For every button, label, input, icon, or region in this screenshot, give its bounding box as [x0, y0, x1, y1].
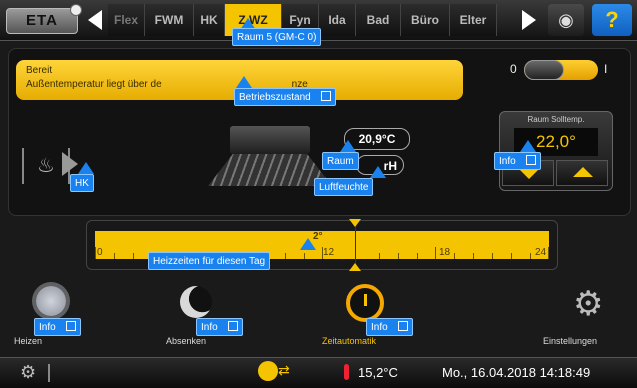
tab-hk[interactable]: HK [194, 4, 225, 36]
switch-knob[interactable] [524, 60, 564, 80]
document-icon [397, 321, 408, 331]
timeline-label-0: 0 [97, 247, 103, 258]
tooltip-info-setpoint[interactable]: Info [494, 152, 541, 170]
timeline-tick [435, 247, 436, 259]
logo-dot-icon [70, 4, 82, 16]
tooltip-tail [78, 162, 94, 174]
timeline-tick [454, 253, 455, 259]
document-icon [65, 321, 76, 331]
timeline-tick [95, 247, 96, 259]
tooltip-luftfeuchte[interactable]: Luftfeuchte [314, 178, 374, 196]
tooltip-info-text: Info [201, 322, 218, 333]
settings-label: Einstellungen [543, 336, 598, 346]
timeline-tick [511, 253, 512, 259]
status-bar: ⚙ ⇄ 15,2°C Mo., 16.04.2018 14:18:49 [0, 357, 637, 388]
timeline-marker-bottom-icon [349, 263, 361, 271]
mode-heizen-label: Heizen [14, 336, 43, 346]
tab-fwm[interactable]: FWM [145, 4, 194, 36]
tooltip-tail [300, 238, 316, 250]
room-setpoint-widget: Raum Solltemp. 22,0° [499, 111, 613, 191]
tooltip-info-text: Info [371, 322, 388, 333]
heating-circuit-arrow-icon [62, 152, 78, 176]
tab-elter[interactable]: Elter [450, 4, 497, 36]
tab-ida[interactable]: Ida [319, 4, 356, 36]
radiator-box [230, 126, 310, 154]
timeline-tick [133, 253, 134, 259]
sun-icon [36, 286, 66, 316]
outdoor-temperature: 15,2°C [358, 365, 398, 380]
tab-buero[interactable]: Büro [401, 4, 450, 36]
status-level-icon [48, 364, 50, 382]
tab-flex[interactable]: Flex [108, 4, 145, 36]
help-button[interactable]: ? [592, 4, 632, 36]
status-line-2-text: Außentemperatur liegt über de [26, 79, 162, 90]
date-time: Mo., 16.04.2018 14:18:49 [442, 365, 591, 380]
timeline-tick [417, 253, 418, 259]
tooltip-tail [236, 76, 252, 88]
setpoint-increase-button[interactable] [556, 160, 608, 186]
tooltip-heizzeiten[interactable]: Heizzeiten für diesen Tag [148, 252, 271, 270]
timeline-current-time-line [355, 221, 356, 269]
tooltip-info-text: Info [499, 156, 516, 167]
tooltip-tail [340, 140, 356, 152]
document-icon [227, 321, 238, 331]
timeline-tick [304, 253, 305, 259]
mode-absenken-label: Absenken [166, 336, 207, 346]
tooltip-info-text: Info [39, 322, 56, 333]
tooltip-info-heizen[interactable]: Info [34, 318, 81, 336]
tooltip-hk[interactable]: HK [70, 174, 94, 192]
timeline-label-18: 18 [439, 247, 451, 258]
settings-button[interactable]: ⚙ Einstellungen [543, 282, 633, 346]
tooltip-tail [520, 140, 536, 152]
system-gear-icon[interactable]: ⚙ [20, 362, 36, 383]
tooltip-tail [370, 166, 386, 178]
arrow-up-icon [573, 167, 593, 177]
gears-icon: ⚙ [573, 285, 604, 323]
timeline-label-12: 12 [323, 247, 335, 258]
moon-icon [180, 286, 212, 318]
tooltip-betriebszustand-text: Betriebszustand [239, 92, 311, 103]
tabs-prev-arrow-icon[interactable] [86, 8, 104, 32]
tooltip-info-zeitautomatik[interactable]: Info [366, 318, 413, 336]
view-eye-button[interactable]: ◉ [548, 4, 584, 36]
timeline-marker-top-icon [349, 219, 361, 227]
tooltip-raum5[interactable]: Raum 5 (GM-C 0) [232, 28, 322, 46]
tooltip-raum[interactable]: Raum [322, 152, 359, 170]
tabs-next-arrow-icon[interactable] [520, 8, 538, 32]
document-icon [525, 155, 536, 165]
timeline-tick [473, 253, 474, 259]
timeline-tick [379, 253, 380, 259]
timeline-tick [548, 247, 549, 259]
sync-arrows-icon: ⇄ [278, 362, 290, 378]
timeline-tick [398, 253, 399, 259]
timeline-tick [114, 253, 115, 259]
timeline-tick [285, 253, 286, 259]
network-globe-icon[interactable] [258, 361, 278, 381]
tab-bad[interactable]: Bad [356, 4, 401, 36]
mode-zeitautomatik-label: Zeitautomatik [322, 336, 377, 346]
setpoint-title: Raum Solltemp. [527, 115, 585, 124]
timeline-tick [530, 253, 531, 259]
logo-text: ETA [26, 12, 58, 29]
document-icon [320, 91, 331, 101]
switch-off-label: 0 [510, 62, 517, 76]
timeline-tick [492, 253, 493, 259]
thermometer-icon [344, 364, 349, 380]
eye-icon: ◉ [558, 10, 574, 30]
tooltip-info-absenken[interactable]: Info [196, 318, 243, 336]
on-off-switch[interactable]: 0 I [510, 60, 622, 80]
clock-icon [346, 284, 384, 322]
timeline-label-24: 24 [535, 247, 547, 258]
eta-logo[interactable]: ETA [6, 4, 82, 34]
switch-track[interactable] [524, 60, 598, 80]
tooltip-betriebszustand[interactable]: Betriebszustand [234, 88, 336, 106]
switch-on-label: I [604, 62, 608, 76]
